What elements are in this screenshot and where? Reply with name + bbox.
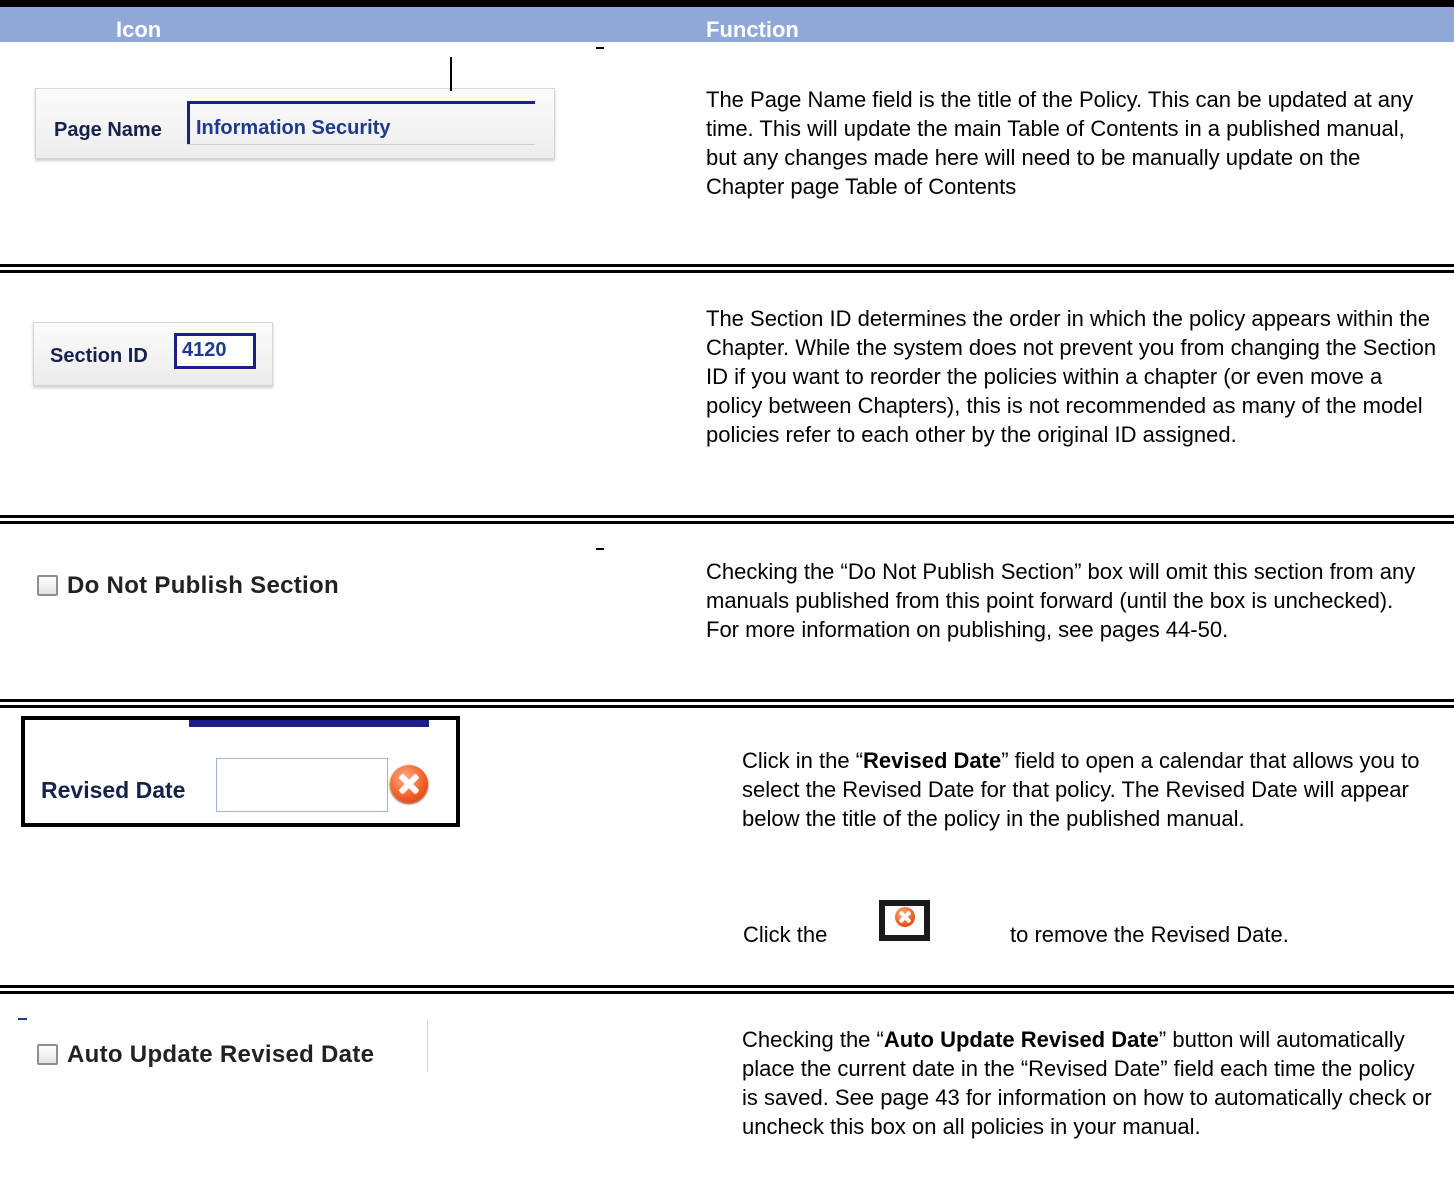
table-tick [596, 548, 604, 550]
clear-x-circle-icon[interactable] [390, 765, 428, 803]
row-divider [0, 699, 1454, 708]
top-rule [0, 0, 1454, 7]
revised-date-input[interactable] [216, 758, 388, 812]
auto-update-label: Auto Update Revised Date [67, 1041, 375, 1068]
auto-update-description: Checking the “Auto Update Revised Date” … [742, 1025, 1432, 1141]
revised-date-desc-bold: Revised Date [863, 748, 1002, 773]
section-id-widget: Section ID 4120 [33, 322, 273, 386]
revised-date-topbar [189, 720, 429, 727]
header-icon-column: Icon [116, 17, 162, 42]
page-name-label: Page Name [54, 119, 162, 141]
table-tick [596, 47, 604, 49]
page-name-widget: Page Name Information Security [35, 88, 555, 159]
revised-date-frame-edge [450, 57, 452, 91]
page-name-input[interactable]: Information Security [187, 101, 535, 145]
header-function-column: Function [706, 17, 799, 42]
section-id-value: 4120 [182, 339, 227, 361]
section-id-label: Section ID [50, 345, 148, 367]
page-name-description: The Page Name field is the title of the … [706, 87, 1414, 199]
do-not-publish-label: Do Not Publish Section [67, 572, 339, 599]
table-header: Icon Function [0, 7, 1454, 42]
auto-update-checkbox[interactable] [37, 1044, 58, 1065]
auto-update-desc-pre: Checking the “ [742, 1027, 884, 1052]
auto-update-divider [427, 1020, 428, 1072]
page-name-value: Information Security [196, 117, 391, 139]
click-the-text: Click the [743, 922, 828, 947]
revised-date-description: Click in the “Revised Date” field to ope… [742, 746, 1432, 833]
section-id-input[interactable]: 4120 [174, 333, 256, 369]
row-divider [0, 515, 1454, 524]
do-not-publish-checkbox[interactable] [37, 575, 58, 596]
remove-revised-date-text: to remove the Revised Date. [1010, 922, 1289, 947]
revised-date-label: Revised Date [41, 777, 186, 803]
clear-x-circle-icon [879, 900, 930, 941]
section-id-description: The Section ID determines the order in w… [706, 306, 1437, 447]
blue-mark [18, 1018, 27, 1020]
revised-date-widget: Revised Date [21, 716, 460, 827]
revised-date-desc-pre: Click in the “ [742, 748, 864, 773]
auto-update-desc-bold: Auto Update Revised Date [883, 1027, 1159, 1052]
do-not-publish-description: Checking the “Do Not Publish Section” bo… [706, 559, 1416, 642]
row-divider [0, 985, 1454, 994]
row-divider [0, 264, 1454, 273]
